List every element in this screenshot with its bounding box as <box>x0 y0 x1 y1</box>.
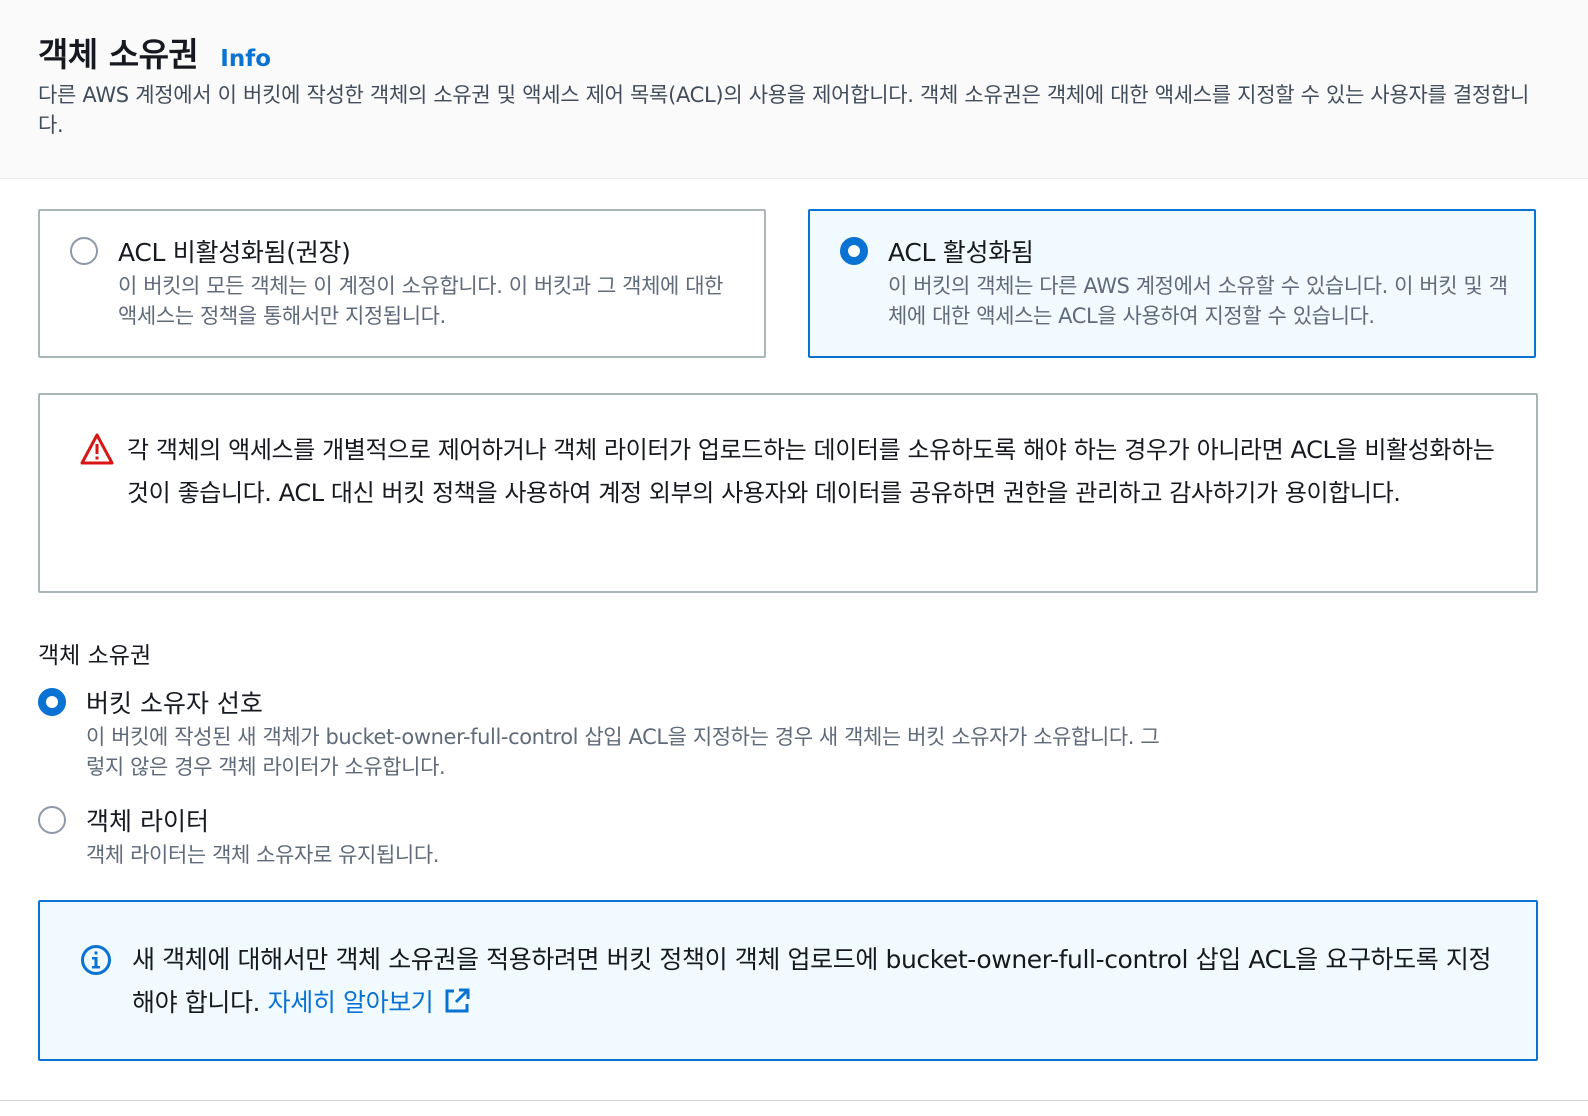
section-header: 객체 소유권 Info 다른 AWS 계정에서 이 버킷에 작성한 객체의 소유… <box>0 0 1588 179</box>
title-row: 객체 소유권 Info <box>38 28 271 76</box>
acl-disabled-title: ACL 비활성화됨(권장) <box>118 238 351 267</box>
acl-enabled-description: 이 버킷의 객체는 다른 AWS 계정에서 소유할 수 있습니다. 이 버킷 및… <box>888 274 1508 328</box>
object-writer-title: 객체 라이터 <box>86 807 209 836</box>
warning-text: 각 객체의 액세스를 개별적으로 제어하거나 객체 라이터가 업로드하는 데이터… <box>127 436 1495 507</box>
section-description: 다른 AWS 계정에서 이 버킷에 작성한 객체의 소유권 및 액세스 제어 목… <box>38 83 1529 137</box>
info-text: 새 객체에 대해서만 객체 소유권을 적용하려면 버킷 정책이 객체 업로드에 … <box>132 938 1512 1024</box>
bucket-owner-preferred-title: 버킷 소유자 선호 <box>86 689 263 718</box>
divider <box>0 1100 1588 1101</box>
warning-icon <box>80 433 114 465</box>
acl-enabled-title: ACL 활성화됨 <box>888 238 1034 267</box>
acl-disabled-radio[interactable] <box>70 237 98 265</box>
learn-more-link[interactable]: 자세히 알아보기 <box>268 988 472 1017</box>
acl-enabled-tile[interactable]: ACL 활성화됨 이 버킷의 객체는 다른 AWS 계정에서 소유할 수 있습니… <box>808 209 1536 358</box>
bucket-owner-preferred-radio[interactable] <box>38 688 66 716</box>
bucket-owner-preferred-description: 이 버킷에 작성된 새 객체가 bucket-owner-full-contro… <box>86 725 1160 779</box>
object-writer-radio[interactable] <box>38 806 66 834</box>
acl-warning-alert: 각 객체의 액세스를 개별적으로 제어하거나 객체 라이터가 업로드하는 데이터… <box>38 393 1538 593</box>
page-title: 객체 소유권 <box>38 35 199 74</box>
learn-more-label[interactable]: 자세히 알아보기 <box>268 988 434 1017</box>
object-ownership-label: 객체 소유권 <box>38 643 152 669</box>
info-link[interactable]: Info <box>220 46 271 72</box>
acl-disabled-tile[interactable]: ACL 비활성화됨(권장) 이 버킷의 모든 객체는 이 계정이 소유합니다. … <box>38 209 766 358</box>
info-circle-icon <box>81 945 111 975</box>
acl-enabled-radio[interactable] <box>840 237 868 265</box>
acl-disabled-description: 이 버킷의 모든 객체는 이 계정이 소유합니다. 이 버킷과 그 객체에 대한… <box>118 274 724 328</box>
object-writer-description: 객체 라이터는 객체 소유자로 유지됩니다. <box>86 843 440 867</box>
info-alert: 새 객체에 대해서만 객체 소유권을 적용하려면 버킷 정책이 객체 업로드에 … <box>38 900 1538 1061</box>
external-link-icon[interactable] <box>443 987 471 1015</box>
